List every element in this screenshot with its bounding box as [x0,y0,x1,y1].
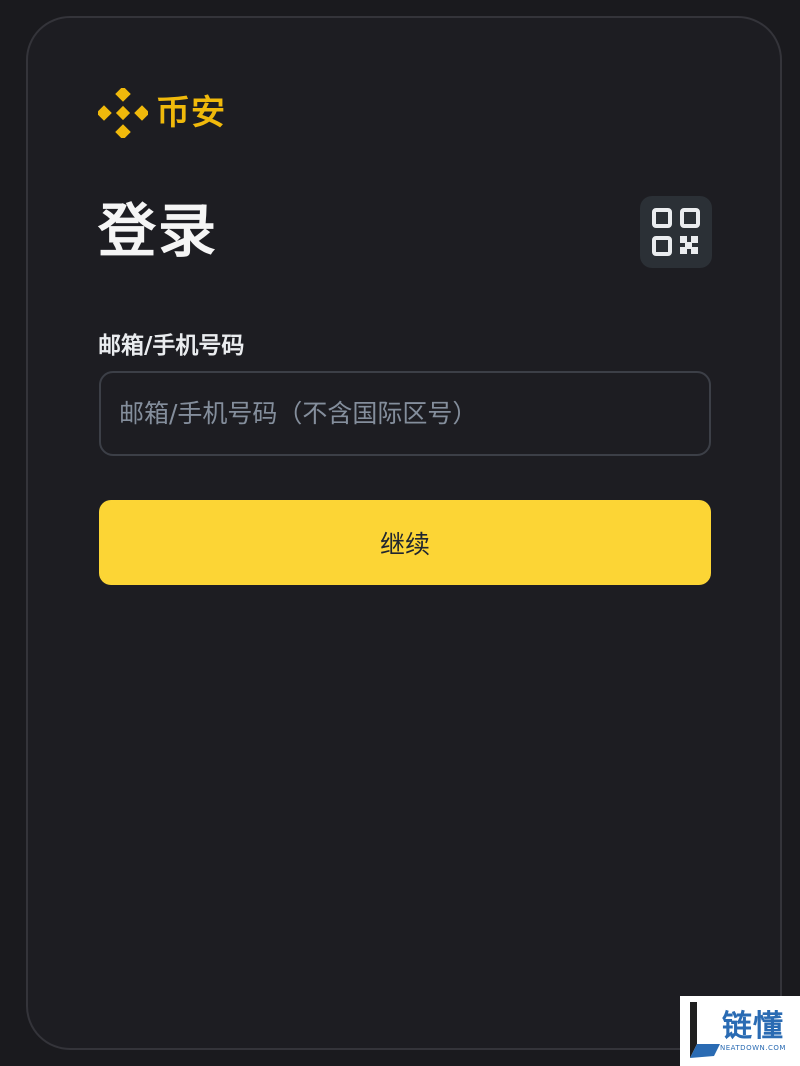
qr-code-icon [652,208,700,256]
watermark-name: 链懂 [721,1008,784,1044]
binance-diamond-icon [98,88,148,138]
continue-button[interactable]: 继续 [99,500,711,585]
neatdown-logo-icon [690,1002,720,1058]
email-phone-input[interactable] [101,373,709,454]
brand-logo[interactable]: 币安 [98,88,226,138]
email-phone-field[interactable] [99,371,711,456]
qr-login-button[interactable] [640,196,712,268]
watermark-domain: NEATDOWN.COM [720,1043,786,1052]
site-watermark: 链懂 NEATDOWN.COM [680,996,800,1066]
page-title: 登录 [98,197,219,265]
email-phone-label: 邮箱/手机号码 [98,333,245,359]
brand-name: 币安 [156,93,226,133]
